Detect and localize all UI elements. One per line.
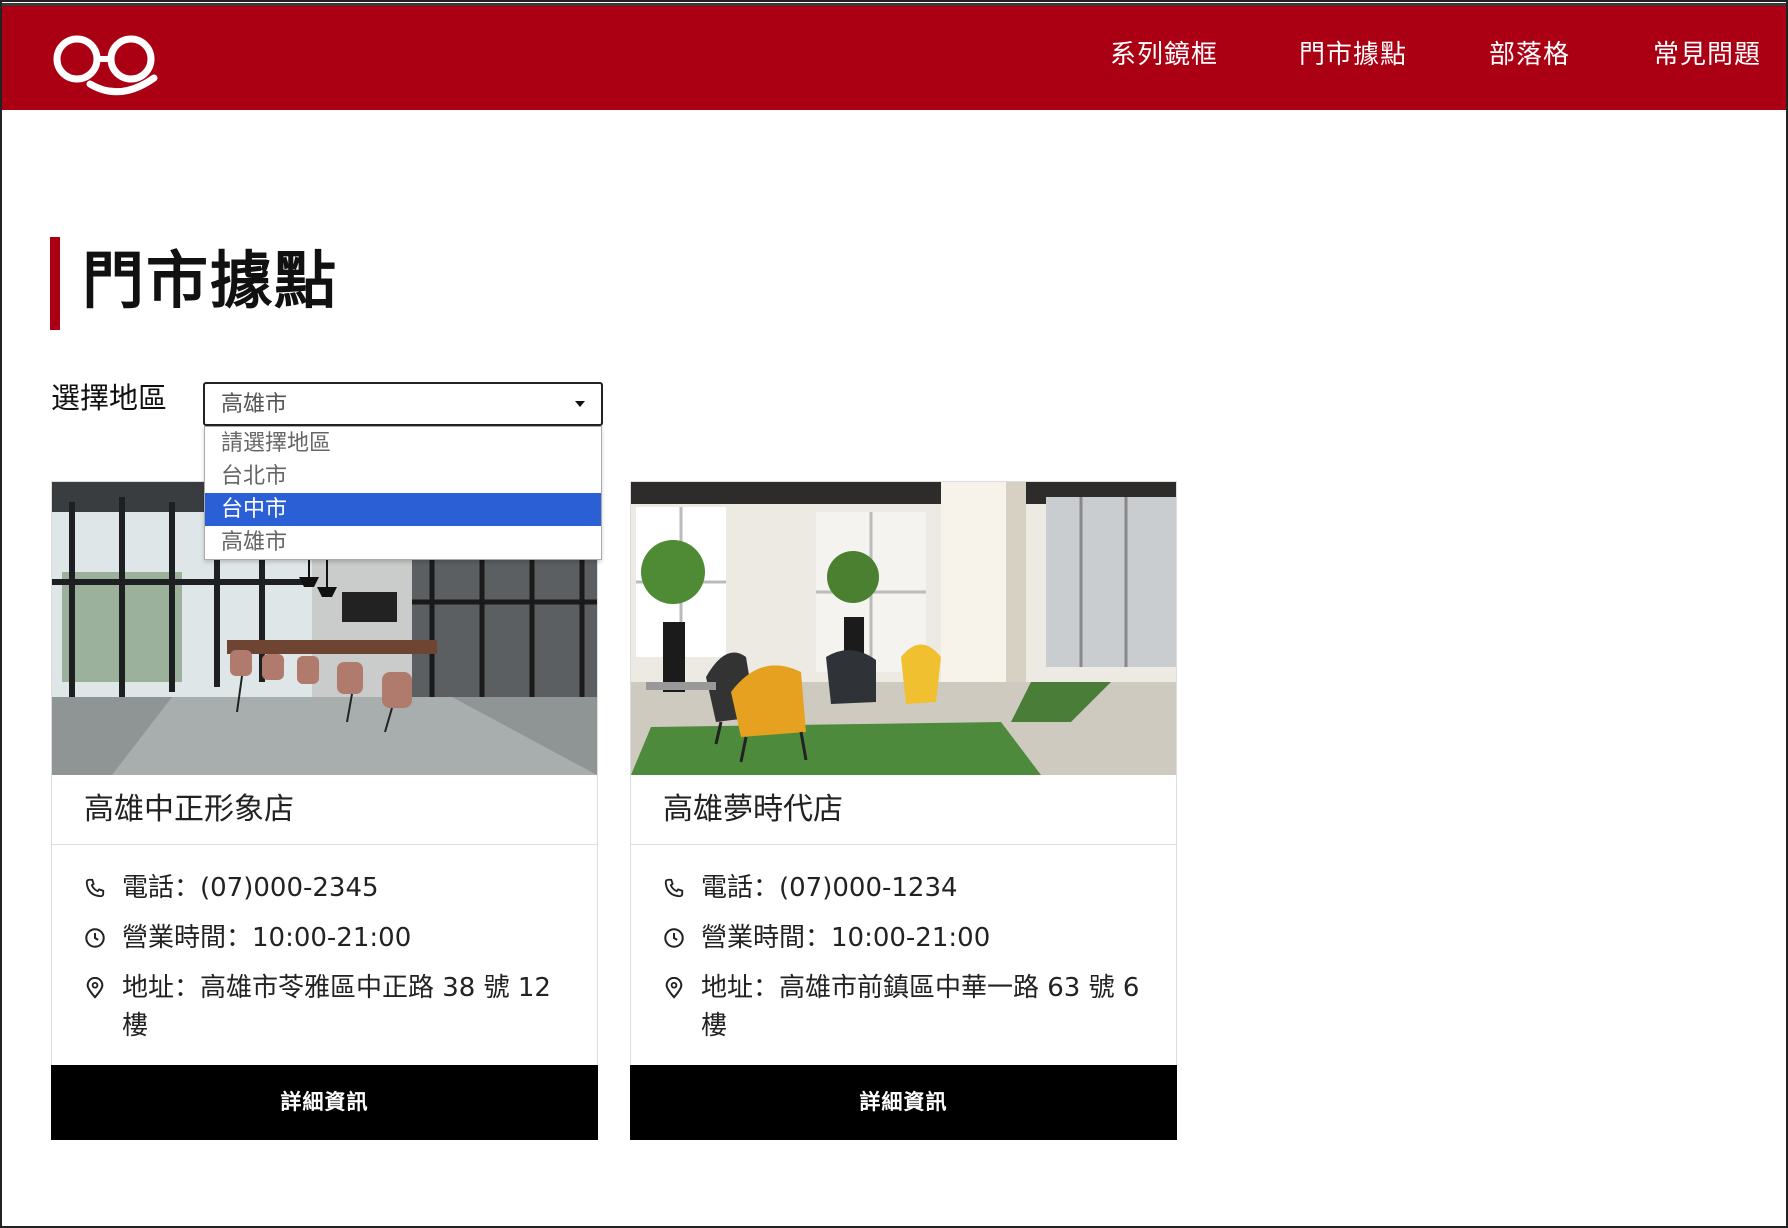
clock-icon: [664, 928, 684, 948]
nav-frames[interactable]: 系列鏡框: [1110, 42, 1218, 68]
region-select[interactable]: 高雄市: [203, 382, 603, 426]
store-address: 地址：高雄市苓雅區中正路 38 號 12 樓: [122, 973, 551, 1041]
store-name: 高雄中正形象店: [84, 792, 294, 827]
store-card: 高雄中正形象店 電話：(07)000-2345 營業時間：10:00-21:00…: [51, 481, 598, 1140]
store-hours: 營業時間：10:00-21:00: [122, 923, 412, 953]
store-title-bar: 高雄中正形象店: [52, 775, 597, 845]
region-option[interactable]: 請選擇地區: [205, 427, 601, 460]
region-option[interactable]: 台北市: [205, 460, 601, 493]
region-option-highlighted[interactable]: 台中市: [205, 493, 601, 526]
caret-down-icon: [575, 401, 585, 407]
store-phone[interactable]: 電話：(07)000-2345: [122, 869, 582, 907]
region-select-label: 選擇地區: [51, 381, 168, 415]
store-phone[interactable]: 電話：(07)000-1234: [701, 869, 1161, 907]
store-title-bar: 高雄夢時代店: [631, 775, 1176, 845]
top-navbar: 系列鏡框 門市據點 部落格 常見問題: [2, 3, 1786, 110]
store-hours: 營業時間：10:00-21:00: [701, 923, 991, 953]
lounge-with-chairs-photo: [631, 482, 1176, 775]
store-detail-button[interactable]: 詳細資訊: [51, 1065, 598, 1140]
location-pin-icon: [86, 977, 104, 999]
clock-icon: [85, 928, 105, 948]
nav-blog[interactable]: 部落格: [1489, 42, 1570, 68]
region-dropdown-list: 請選擇地區 台北市 台中市 高雄市: [204, 426, 602, 560]
region-select-value: 高雄市: [221, 392, 288, 417]
nav-stores[interactable]: 門市據點: [1299, 42, 1407, 68]
glasses-logo-icon[interactable]: [50, 24, 162, 98]
store-name: 高雄夢時代店: [663, 792, 843, 827]
phone-icon: [85, 878, 105, 898]
store-address: 地址：高雄市前鎮區中華一路 63 號 6 樓: [701, 973, 1140, 1041]
nav-faq[interactable]: 常見問題: [1653, 42, 1761, 68]
page-title: 門市據點: [82, 244, 339, 317]
phone-icon: [664, 878, 684, 898]
store-card: 高雄夢時代店 電話：(07)000-1234 營業時間：10:00-21:00 …: [630, 481, 1177, 1140]
location-pin-icon: [665, 977, 683, 999]
region-option[interactable]: 高雄市: [205, 526, 601, 559]
store-detail-button[interactable]: 詳細資訊: [630, 1065, 1177, 1140]
title-accent-bar: [50, 237, 60, 330]
